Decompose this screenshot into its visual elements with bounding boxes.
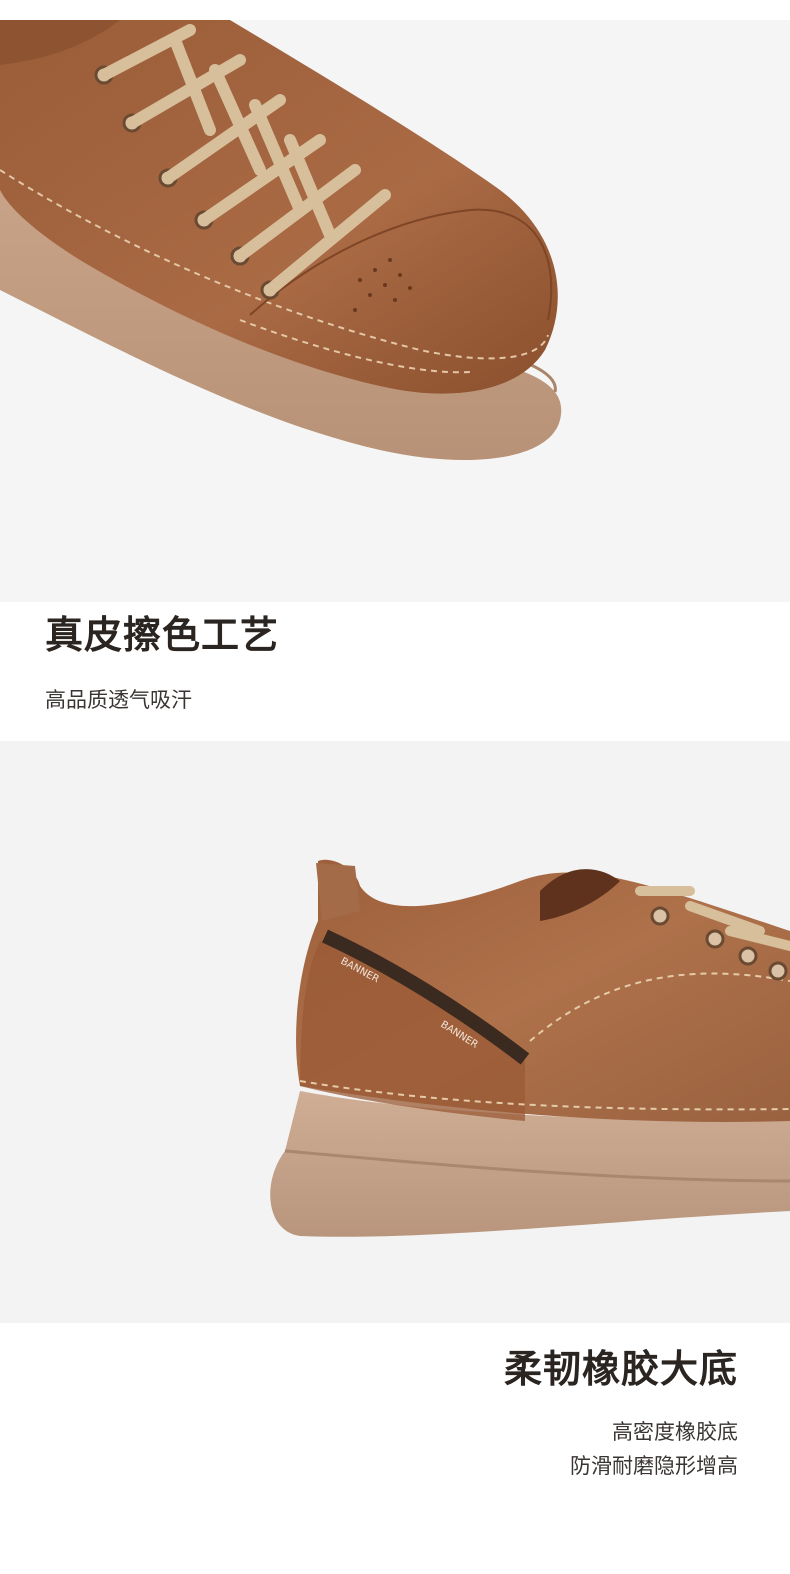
section-subtitle-sole-line-1: 高密度橡胶底 xyxy=(612,1420,738,1444)
shoe-toe-illustration xyxy=(0,20,790,602)
section-subtitle-sole-group: 高密度橡胶底 防滑耐磨隐形增高 xyxy=(570,1416,738,1483)
section-title-sole: 柔韧橡胶大底 xyxy=(503,1347,738,1391)
shoe-toe-closeup-image xyxy=(0,20,790,602)
shoe-heel-illustration: BANNER BANNER xyxy=(0,741,790,1323)
section-subtitle-leather: 高品质透气吸汗 xyxy=(45,688,192,712)
section-title-leather: 真皮擦色工艺 xyxy=(45,613,280,657)
section-subtitle-sole-line-2: 防滑耐磨隐形增高 xyxy=(570,1453,738,1478)
shoe-heel-sole-image: BANNER BANNER xyxy=(0,741,790,1323)
